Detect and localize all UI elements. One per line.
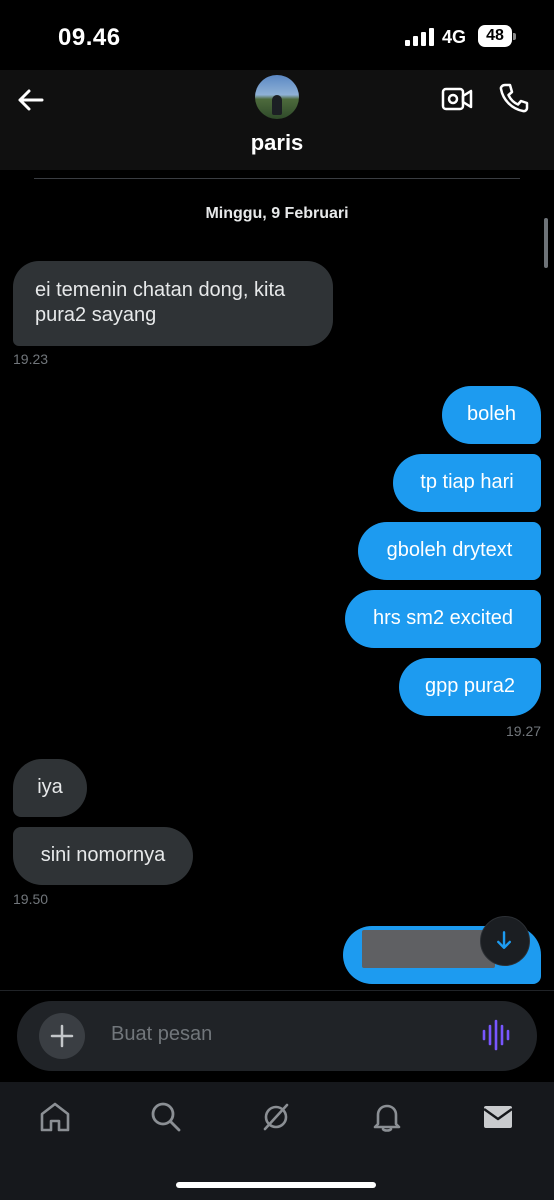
header-divider xyxy=(34,178,520,179)
message-bubble-received[interactable]: sini nomornya xyxy=(13,827,193,885)
message-bubble-sent[interactable]: gboleh drytext xyxy=(358,522,541,580)
scroll-to-bottom-button[interactable] xyxy=(480,916,530,966)
message-text: iya xyxy=(37,776,63,798)
home-indicator[interactable] xyxy=(176,1182,376,1188)
message-input[interactable]: Buat pesan xyxy=(111,1023,212,1046)
message-text: ei temenin chatan dong, kita xyxy=(35,279,286,301)
conversation-header: paris xyxy=(0,70,554,170)
avatar-figure xyxy=(272,95,282,115)
search-icon[interactable] xyxy=(149,1100,183,1134)
arrow-left-icon[interactable] xyxy=(14,84,46,116)
grok-icon[interactable] xyxy=(259,1100,293,1134)
message-text: tp tiap hari xyxy=(420,471,514,493)
message-bubble-sent[interactable]: gpp pura2 xyxy=(399,658,541,716)
status-time: 09.46 xyxy=(58,24,121,51)
signal-icon xyxy=(405,28,434,46)
message-text: hrs sm2 excited xyxy=(372,607,514,629)
contact-name[interactable]: paris xyxy=(0,130,554,156)
message-text: gboleh drytext xyxy=(386,539,513,561)
status-bar: 09.46 4G 48 xyxy=(0,0,554,70)
avatar[interactable] xyxy=(255,75,299,119)
home-icon[interactable] xyxy=(38,1100,72,1134)
redacted-content xyxy=(362,930,495,968)
phone-icon[interactable] xyxy=(498,82,530,114)
bell-icon[interactable] xyxy=(370,1100,404,1134)
message-composer[interactable]: Buat pesan xyxy=(17,1001,537,1071)
plus-icon xyxy=(50,1024,74,1048)
scrollbar[interactable] xyxy=(544,218,548,268)
network-type: 4G xyxy=(442,27,467,47)
message-bubble-sent[interactable]: hrs sm2 excited xyxy=(345,590,541,648)
message-text: pura2 sayang xyxy=(35,304,157,326)
message-text: boleh xyxy=(467,403,516,425)
message-bubble-received[interactable]: iya xyxy=(13,759,87,817)
message-timestamp: 19.27 xyxy=(506,723,542,739)
message-text: gpp pura2 xyxy=(424,675,516,697)
message-timestamp: 19.50 xyxy=(13,891,49,907)
message-text: sini nomornya xyxy=(40,844,166,866)
voice-wave-icon[interactable] xyxy=(481,1018,511,1052)
mail-icon[interactable] xyxy=(481,1100,515,1134)
add-attachment-button[interactable] xyxy=(39,1013,85,1059)
battery-indicator: 48 xyxy=(478,25,516,47)
message-bubble-sent[interactable]: tp tiap hari xyxy=(393,454,541,512)
message-timestamp: 19.23 xyxy=(13,351,49,367)
video-call-icon[interactable] xyxy=(441,84,473,114)
arrow-down-icon xyxy=(497,931,511,949)
date-separator: Minggu, 9 Februari xyxy=(205,205,349,222)
message-bubble-received[interactable]: ei temenin chatan dong, kita pura2 sayan… xyxy=(13,261,333,346)
message-bubble-sent[interactable]: boleh xyxy=(442,386,541,444)
